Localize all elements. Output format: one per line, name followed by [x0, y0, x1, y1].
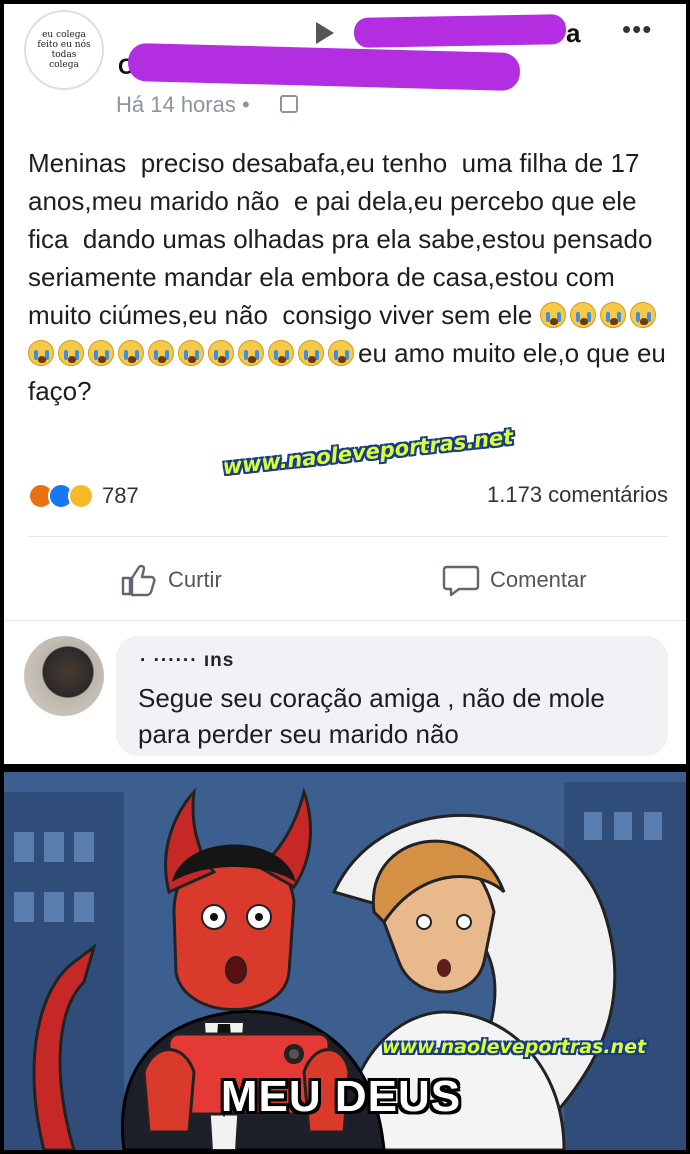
crying-face-icon: [298, 340, 324, 366]
comment-label: Comentar: [490, 567, 587, 592]
crying-face-icon: [268, 340, 294, 366]
thumbs-up-icon: [121, 564, 156, 597]
crying-face-icon: [569, 302, 596, 328]
commenter-name[interactable]: · ······ ıns: [140, 650, 234, 672]
more-options-icon[interactable]: •••: [622, 14, 652, 45]
comment-text: Segue seu coração amiga , não de mole pa…: [138, 683, 613, 749]
crying-face-icon: [208, 340, 234, 366]
crying-face-icon: [178, 340, 204, 366]
reactions-summary[interactable]: 787: [28, 482, 139, 510]
watermark-top: www.naoleveportras.net: [221, 424, 515, 480]
crying-face-icon: [148, 340, 174, 366]
timestamp-text: Há 14 horas: [116, 92, 236, 117]
redaction-mark-group: [353, 14, 567, 48]
actions-divider: [28, 536, 668, 537]
like-label: Curtir: [168, 567, 222, 592]
crying-face-icon: [238, 340, 264, 366]
timestamp-separator: •: [241, 92, 250, 117]
crying-face-icon: [328, 340, 354, 366]
comment-button[interactable]: Comentar: [442, 560, 587, 600]
facebook-post: eu colega feito eu nós todas colega a C …: [4, 4, 686, 764]
crying-face-icon: [118, 340, 144, 366]
watermark-bottom: www.naoleveportras.net: [382, 1036, 647, 1058]
commenter-avatar[interactable]: [24, 636, 104, 716]
audience-icon: [280, 95, 298, 113]
meme-caption: MEU DEUS: [220, 1072, 462, 1121]
post-body: Meninas preciso desabafa,eu tenho uma fi…: [28, 144, 668, 410]
crying-face-icon: [539, 302, 566, 328]
comment-bubble: · ······ ıns Segue seu coração amiga , n…: [116, 636, 668, 756]
group-name-partial[interactable]: a: [566, 18, 580, 49]
avatar-text: eu colega feito eu nós todas colega: [37, 30, 91, 70]
crying-face-icon: [58, 340, 84, 366]
crying-face-icon: [88, 340, 114, 366]
comments-count[interactable]: 1.173 comentários: [487, 482, 668, 508]
arrow-right-icon: [316, 22, 334, 44]
comment-bubble-icon: [442, 565, 480, 597]
post-timestamp[interactable]: Há 14 horas •: [116, 92, 250, 118]
cry-emojis-line2: [118, 338, 358, 368]
crying-face-icon: [28, 340, 54, 366]
reactions-count: 787: [102, 483, 139, 508]
group-avatar[interactable]: eu colega feito eu nós todas colega: [24, 10, 104, 90]
screenshot-frame: eu colega feito eu nós todas colega a C …: [0, 0, 690, 1154]
crying-face-icon: [599, 302, 626, 328]
redaction-mark-author: [127, 42, 521, 92]
like-button[interactable]: Curtir: [120, 560, 222, 600]
comments-divider: [4, 620, 686, 621]
haha-icon: [68, 483, 94, 509]
crying-face-icon: [629, 302, 656, 328]
